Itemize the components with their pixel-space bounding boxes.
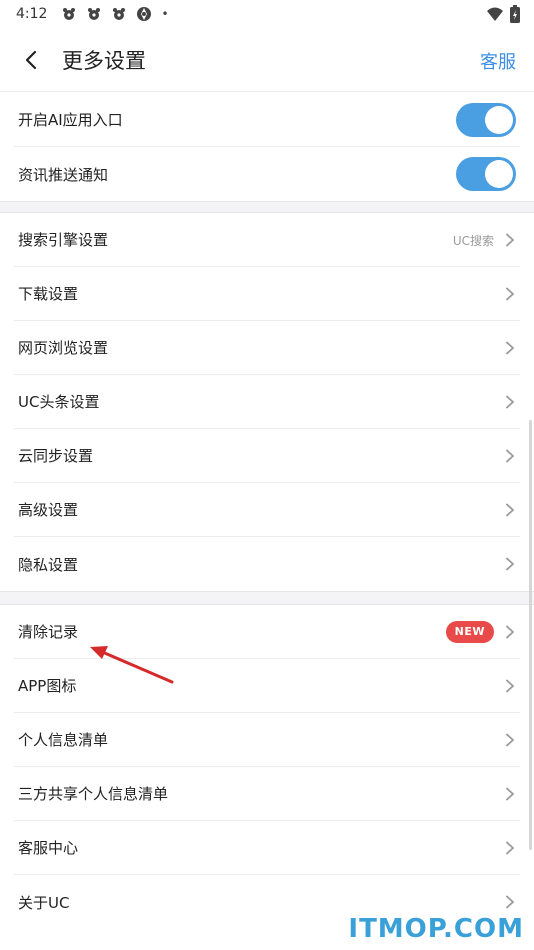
news-push-label: 资讯推送通知 [18,165,109,184]
more-notifications-dot: • [161,7,169,21]
battery-icon [510,5,520,23]
about-uc-label: 关于UC [18,893,70,912]
uc-headlines-label: UC头条设置 [18,393,100,411]
search-engine-value: UC搜索 [452,233,494,248]
chevron-right-icon [506,287,514,301]
row-right [504,483,516,537]
download-settings-label: 下载设置 [18,285,79,303]
paw-notification-icon [88,8,101,20]
row-right [504,713,516,767]
search-engine-row[interactable]: 搜索引擎设置 UC搜索 [14,213,520,267]
section-divider [0,591,534,605]
personal-info-list-row[interactable]: 个人信息清单 [14,713,520,767]
service-center-label: 客服中心 [18,839,79,857]
row-right [504,267,516,321]
download-settings-row[interactable]: 下载设置 [14,267,520,321]
toggle-group: 开启AI应用入口 资讯推送通知 [0,93,534,201]
chevron-right-icon [506,557,514,571]
wifi-icon [487,7,503,21]
clear-records-label: 清除记录 [18,623,79,641]
chevron-right-icon [506,625,514,639]
news-push-control [456,147,516,201]
row-right [504,321,516,375]
row-right [504,821,516,875]
chevron-right-icon [506,233,514,247]
status-notification-icons: • [61,6,169,22]
chevron-right-icon [506,679,514,693]
chevron-right-icon [506,341,514,355]
new-badge: NEW [445,621,494,643]
service-center-row[interactable]: 客服中心 [14,821,520,875]
settings-group: 搜索引擎设置 UC搜索 下载设置 网页浏览设置 UC头条设置 云同步设置 高级设… [0,213,534,591]
row-right [504,537,516,591]
watermark: ITMOP.COM [348,914,524,944]
cloud-sync-label: 云同步设置 [18,447,94,465]
ai-entry-label: 开启AI应用入口 [18,111,123,129]
customer-service-link[interactable]: 客服 [480,48,516,74]
privacy-settings-row[interactable]: 隐私设置 [14,537,520,591]
web-browsing-row[interactable]: 网页浏览设置 [14,321,520,375]
title-bar: 更多设置 客服 [0,28,534,92]
personal-info-list-label: 个人信息清单 [18,731,109,749]
privacy-settings-label: 隐私设置 [18,555,79,574]
chevron-right-icon [506,395,514,409]
row-right [504,375,516,429]
aperture-notification-icon [137,7,152,21]
back-arrow-icon [25,50,37,69]
back-button[interactable] [0,28,62,92]
chevron-right-icon [506,733,514,747]
third-party-sharing-row[interactable]: 三方共享个人信息清单 [14,767,520,821]
uc-headlines-row[interactable]: UC头条设置 [14,375,520,429]
clear-records-row[interactable]: 清除记录 NEW [14,605,520,659]
advanced-settings-label: 高级设置 [18,501,79,519]
paw-notification-icon [113,8,126,20]
web-browsing-label: 网页浏览设置 [18,339,109,357]
ai-entry-toggle[interactable] [456,103,516,137]
status-system-icons [486,5,520,23]
status-time: 4:12 [16,6,48,22]
paw-notification-icon [63,8,76,20]
cloud-sync-row[interactable]: 云同步设置 [14,429,520,483]
third-party-sharing-label: 三方共享个人信息清单 [18,785,169,803]
news-push-toggle[interactable] [456,157,516,191]
status-bar: 4:12 • [0,0,534,28]
toggle-knob [485,106,513,134]
clear-records-right: NEW [445,605,516,659]
scrollbar-thumb[interactable] [529,420,532,850]
row-right [504,429,516,483]
ai-entry-control [456,93,516,147]
chevron-right-icon [506,787,514,801]
page-title: 更多设置 [62,48,146,73]
section-divider [0,201,534,213]
row-right [504,659,516,713]
ai-entry-row: 开启AI应用入口 [14,93,520,147]
app-icon-label: APP图标 [18,677,77,695]
more-group: 清除记录 NEW APP图标 个人信息清单 三方共享个人信息清单 客服中心 关于… [0,605,534,929]
row-right [504,767,516,821]
chevron-right-icon [506,449,514,463]
chevron-right-icon [506,895,514,909]
chevron-right-icon [506,503,514,517]
toggle-knob [485,160,513,188]
chevron-right-icon [506,841,514,855]
app-icon-row[interactable]: APP图标 [14,659,520,713]
advanced-settings-row[interactable]: 高级设置 [14,483,520,537]
search-engine-right: UC搜索 [453,213,516,267]
search-engine-label: 搜索引擎设置 [18,231,109,249]
news-push-row: 资讯推送通知 [14,147,520,201]
